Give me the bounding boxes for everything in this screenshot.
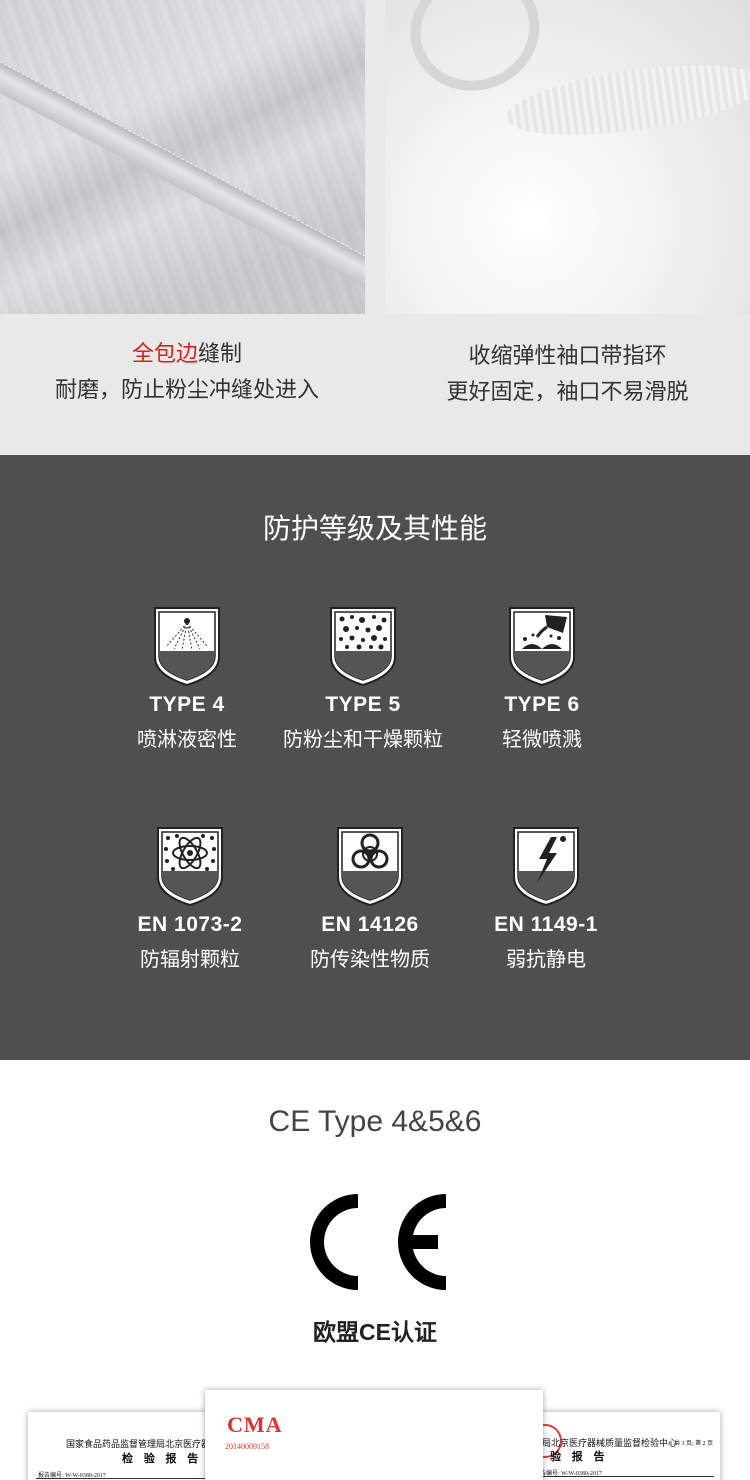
feature-photos-section: 全包边缝制 耐磨，防止粉尘冲缝处进入 收缩弹性袖口带指环 更好固定，袖口不易滑脱 bbox=[0, 0, 750, 455]
inspection-report-middle: CMA 20140009158 bbox=[205, 1390, 543, 1480]
badge-code: TYPE 5 bbox=[325, 693, 401, 716]
ce-mark-logo bbox=[310, 1194, 446, 1290]
badge-en-14126: EN 14126 防传染性物质 bbox=[270, 825, 470, 972]
inspection-report-right: 局北京医疗器械质量监督检验中心 验 报 告 告编号: W-W-0380-2017… bbox=[528, 1412, 720, 1480]
report-heading: 验 报 告 bbox=[550, 1451, 609, 1463]
badge-desc: 轻微喷溅 bbox=[502, 729, 582, 751]
seam-detail bbox=[0, 40, 365, 309]
biohazard-shield-icon bbox=[337, 827, 403, 907]
badge-type-4: TYPE 4 喷淋液密性 bbox=[87, 605, 287, 752]
protection-levels-section: 防护等级及其性能 TYPE 4 喷淋液密性 TYPE 5 防粉尘和干燥颗粒 TY… bbox=[0, 455, 750, 1060]
thumb-loop-detail bbox=[393, 0, 557, 109]
ce-caption: 欧盟CE认证 bbox=[313, 1319, 437, 1345]
badge-desc: 防粉尘和干燥颗粒 bbox=[283, 729, 443, 751]
cma-number: 20140009158 bbox=[225, 1442, 269, 1451]
badge-code: EN 1149-1 bbox=[494, 913, 598, 936]
spray-shield-icon bbox=[154, 607, 220, 687]
antistatic-shield-icon bbox=[513, 827, 579, 907]
badge-en-1149-1: EN 1149-1 弱抗静电 bbox=[446, 825, 646, 972]
cuff-feature-caption: 收缩弹性袖口带指环 更好固定，袖口不易滑脱 bbox=[390, 338, 745, 410]
cuff-feature-line2: 更好固定，袖口不易滑脱 bbox=[446, 379, 689, 404]
report-rule bbox=[36, 1478, 226, 1479]
seam-feature-caption: 全包边缝制 耐磨，防止粉尘冲缝处进入 bbox=[12, 336, 362, 408]
seam-feature-highlight: 全包边 bbox=[131, 341, 198, 366]
edge-seam-photo bbox=[0, 0, 365, 314]
cuff-feature-line1: 收缩弹性袖口带指环 bbox=[468, 343, 667, 368]
report-rule bbox=[536, 1476, 714, 1477]
cma-mark: CMA bbox=[227, 1412, 283, 1437]
badge-type-5: TYPE 5 防粉尘和干燥颗粒 bbox=[263, 605, 463, 752]
badge-code: EN 14126 bbox=[321, 913, 419, 936]
badge-en-1073-2: EN 1073-2 防辐射颗粒 bbox=[90, 825, 290, 972]
badge-code: TYPE 4 bbox=[149, 693, 225, 716]
report-org: 国家食品药品监督管理局北京医疗器械 bbox=[66, 1439, 220, 1449]
seam-feature-line1-rest: 缝制 bbox=[198, 341, 243, 366]
protection-title: 防护等级及其性能 bbox=[262, 513, 487, 544]
badge-desc: 喷淋液密性 bbox=[137, 729, 237, 751]
seam-feature-line2: 耐磨，防止粉尘冲缝处进入 bbox=[54, 377, 319, 402]
badge-desc: 防传染性物质 bbox=[310, 949, 430, 971]
report-page: 共 3 页; 第 2 页 bbox=[674, 1441, 714, 1447]
elastic-cuff-photo bbox=[385, 0, 750, 314]
badge-desc: 防辐射颗粒 bbox=[140, 949, 240, 971]
splash-shield-icon bbox=[509, 607, 575, 687]
badge-desc: 弱抗静电 bbox=[506, 949, 586, 971]
seam-feature-line1: 全包边缝制 bbox=[12, 336, 362, 372]
cuff-detail bbox=[502, 52, 750, 148]
particles-shield-icon bbox=[330, 607, 396, 687]
ce-title: CE Type 4&5&6 bbox=[268, 1105, 482, 1138]
inspection-report-left: 国家食品药品监督管理局北京医疗器械 检 验 报 告 首 报告编号: W-W-03… bbox=[28, 1412, 228, 1480]
radioactive-particles-shield-icon bbox=[157, 827, 223, 907]
badge-type-6: TYPE 6 轻微喷溅 bbox=[442, 605, 642, 752]
badge-code: TYPE 6 bbox=[504, 693, 580, 716]
badge-code: EN 1073-2 bbox=[137, 913, 243, 936]
